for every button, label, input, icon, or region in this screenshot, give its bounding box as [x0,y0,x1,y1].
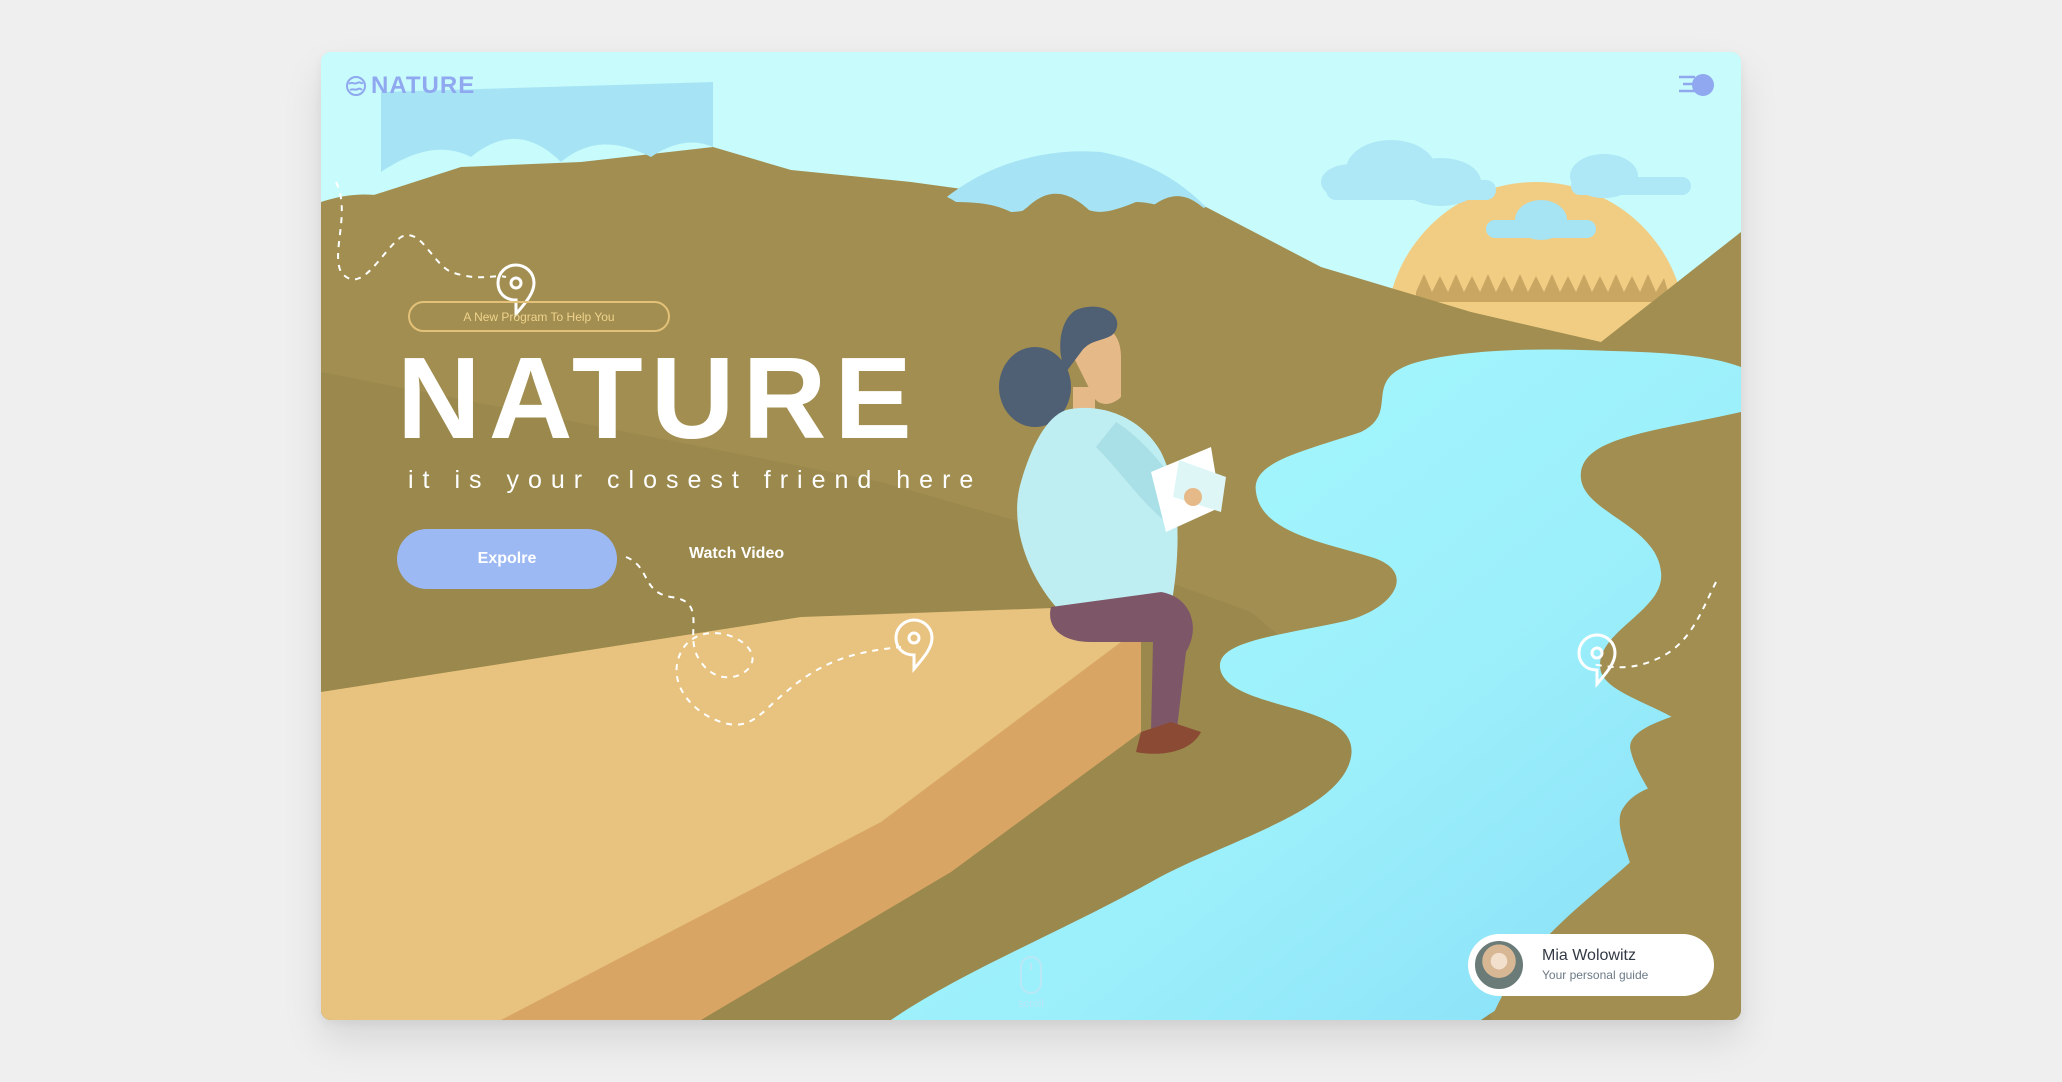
menu-toggle-icon [1679,74,1714,96]
guide-role: Your personal guide [1542,968,1649,982]
brand-logo[interactable]: NATURE [345,72,475,100]
hero-title: NATURE [397,333,920,463]
hero-subtitle: it is your closest friend here [408,466,983,494]
landing-page-frame: NATURE A New Program To Help You NATURE … [321,52,1741,1020]
scroll-label: scroll [1018,998,1044,1010]
mouse-scroll-icon [1020,956,1042,994]
globe-icon [346,76,366,96]
brand-name: NATURE [371,72,476,99]
avatar [1472,938,1526,992]
program-badge: A New Program To Help You [408,301,670,332]
guide-info: Mia Wolowitz Your personal guide [1542,946,1648,984]
guide-card[interactable]: Mia Wolowitz Your personal guide [1468,934,1714,996]
scroll-indicator[interactable]: scroll [1016,956,1046,1010]
explore-button[interactable]: Expolre [397,529,617,589]
menu-button[interactable] [1677,70,1717,100]
guide-name: Mia Wolowitz [1542,947,1636,964]
watch-video-link[interactable]: Watch Video [689,545,784,563]
